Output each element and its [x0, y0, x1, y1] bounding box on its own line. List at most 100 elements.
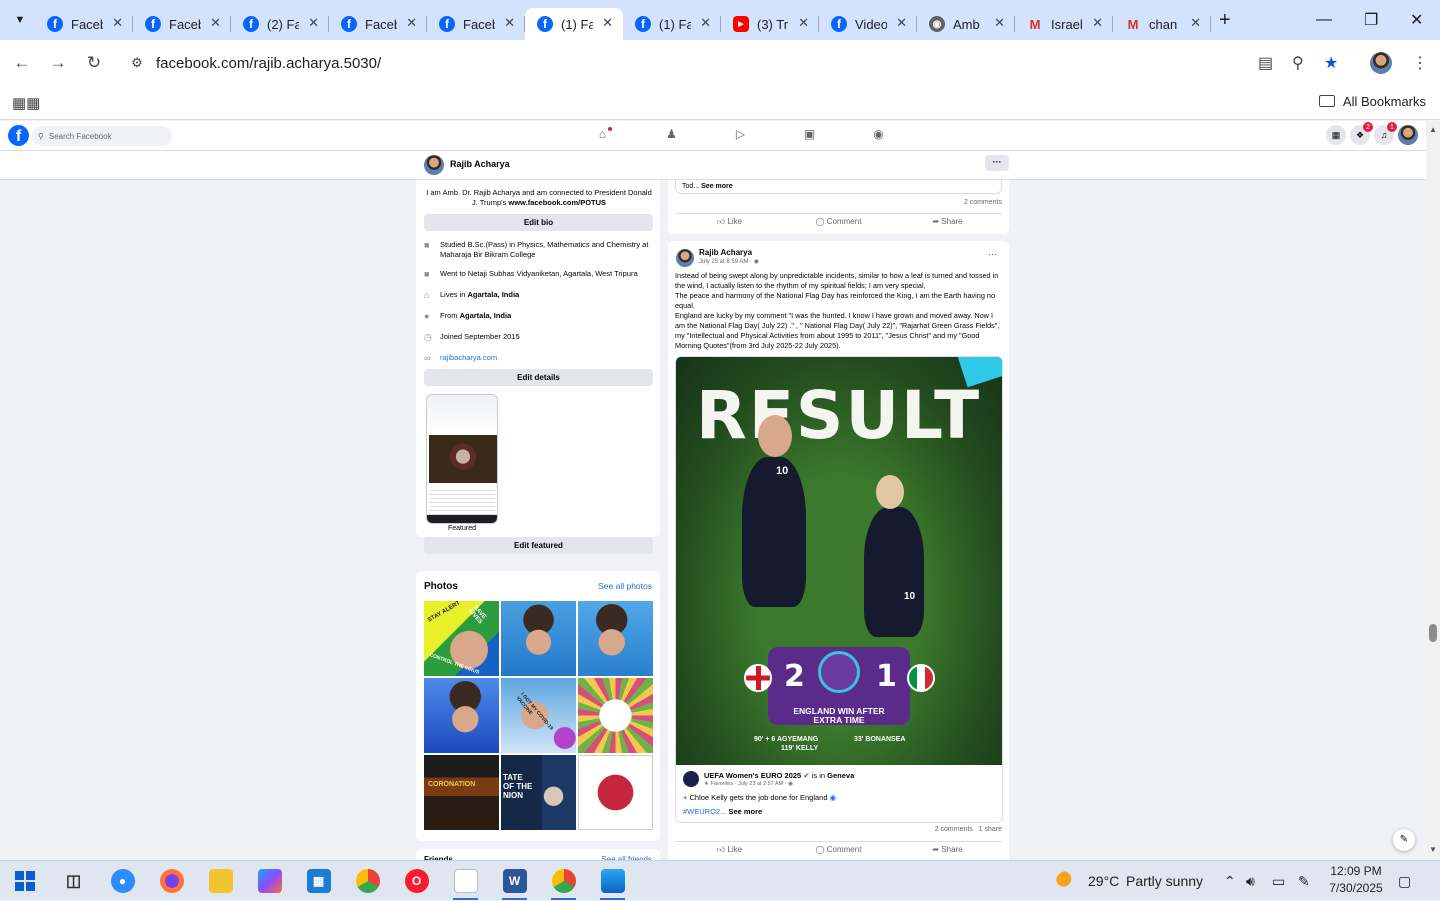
pen-icon[interactable]: ✎	[1298, 861, 1310, 901]
tab-search-chevron-icon[interactable]: ▼	[5, 5, 35, 35]
scrollbar-thumb[interactable]	[1429, 624, 1437, 642]
scroll-up-arrow-icon[interactable]: ▲	[1429, 125, 1437, 134]
share-button[interactable]: ➦ Share	[893, 842, 1002, 859]
browser-profile-avatar[interactable]	[1370, 40, 1392, 86]
close-window-icon[interactable]: ✕	[1410, 0, 1423, 40]
browser-tab[interactable]: M Israel ✕	[1015, 8, 1113, 40]
photo-tile[interactable]	[578, 755, 653, 830]
copilot-icon[interactable]	[245, 861, 294, 901]
show-hidden-icons-chevron-icon[interactable]: ⌃	[1224, 861, 1236, 901]
browser-tab[interactable]: Mchan ✕	[1113, 8, 1211, 40]
microsoft-store-icon[interactable]: ▦	[294, 861, 343, 901]
browser-tab[interactable]: f (2) Fa ✕	[231, 8, 329, 40]
url-text[interactable]: facebook.com/rajib.acharya.5030/	[156, 55, 381, 72]
edit-featured-button[interactable]: Edit featured	[424, 537, 653, 554]
browser-tab[interactable]: f Faceb ✕	[35, 8, 133, 40]
new-tab-plus-icon[interactable]: +	[1219, 9, 1231, 32]
close-tab-icon[interactable]: ✕	[112, 15, 123, 31]
browser-tab[interactable]: ◉ Amb ✕	[917, 8, 1015, 40]
photos-app-icon[interactable]	[588, 861, 637, 901]
chrome-window-icon[interactable]	[539, 861, 588, 901]
firefox-icon[interactable]	[147, 861, 196, 901]
word-icon[interactable]: W	[490, 861, 539, 901]
edit-details-button[interactable]: Edit details	[424, 369, 653, 386]
close-tab-icon[interactable]: ✕	[700, 15, 711, 31]
messenger-icon[interactable]: ❖ 2	[1350, 122, 1373, 145]
facebook-search-input[interactable]: ⚲ Search Facebook	[32, 126, 172, 146]
network-icon[interactable]: ▭	[1272, 861, 1285, 901]
close-tab-icon[interactable]: ✕	[798, 15, 809, 31]
post-author-avatar[interactable]	[676, 249, 694, 267]
see-more-link[interactable]: See more	[728, 807, 762, 816]
profile-avatar[interactable]	[424, 155, 444, 175]
facebook-account-avatar[interactable]	[1398, 125, 1418, 145]
all-bookmarks-button[interactable]: All Bookmarks	[1318, 94, 1426, 109]
share-button[interactable]: ➦ Share	[893, 214, 1002, 231]
comment-button[interactable]: ◯ Comment	[784, 214, 893, 231]
close-tab-icon[interactable]: ✕	[210, 15, 221, 31]
page-scrollbar[interactable]: ▲ ▼	[1426, 121, 1440, 860]
close-tab-icon[interactable]: ✕	[994, 15, 1005, 31]
photo-tile[interactable]	[578, 678, 653, 753]
shared-post[interactable]: RESULT 10 10 2 1 ENGLAND WIN AFTER EXTRA …	[675, 356, 1003, 823]
close-tab-icon[interactable]: ✕	[1092, 15, 1103, 31]
photo-tile[interactable]	[424, 678, 499, 753]
see-all-photos-link[interactable]: See all photos	[598, 581, 652, 591]
photo-tile[interactable]: TATE OF THE NION	[501, 755, 576, 830]
opera-icon[interactable]: O	[392, 861, 441, 901]
notification-center-icon[interactable]: ▢	[1398, 861, 1411, 901]
scroll-down-arrow-icon[interactable]: ▼	[1429, 845, 1437, 854]
maximize-icon[interactable]: ❐	[1364, 0, 1378, 40]
photo-tile[interactable]	[578, 601, 653, 676]
zoom-icon[interactable]: ⚲	[1292, 40, 1304, 86]
weather-description[interactable]: Partly sunny	[1126, 861, 1203, 901]
new-message-compose-icon[interactable]: ✎	[1393, 829, 1415, 851]
browser-tab[interactable]: f Faceb ✕	[329, 8, 427, 40]
zoom-app-icon[interactable]: ●	[98, 861, 147, 901]
marketplace-icon[interactable]: ▣	[775, 127, 844, 141]
file-explorer-icon[interactable]	[196, 861, 245, 901]
bio-link[interactable]: www.facebook.com/POTUS	[508, 198, 606, 207]
video-icon[interactable]: ▷	[706, 127, 775, 141]
reload-icon[interactable]: ↻	[76, 53, 112, 73]
weather-temp[interactable]: 29°C	[1088, 861, 1119, 901]
edit-bio-button[interactable]: Edit bio	[424, 214, 653, 231]
close-tab-icon[interactable]: ✕	[308, 15, 319, 31]
menu-grid-icon[interactable]: ▦	[1326, 125, 1346, 145]
address-bar[interactable]: ⚙ facebook.com/rajib.acharya.5030/	[122, 45, 1352, 81]
forward-arrow-icon[interactable]: →	[40, 53, 76, 73]
photo-tile[interactable]: STAY ALERT SAVE LIVES CONTROL THE VIRUS	[424, 601, 499, 676]
gaming-icon[interactable]: ◉	[844, 127, 913, 141]
home-icon[interactable]: ⌂	[568, 127, 637, 141]
task-view-icon[interactable]: ◫	[49, 861, 98, 901]
start-button[interactable]	[0, 861, 49, 901]
facebook-logo-icon[interactable]: f	[8, 125, 29, 146]
comment-count[interactable]: 2 comments	[964, 199, 1002, 206]
close-tab-icon[interactable]: ✕	[896, 15, 907, 31]
browser-tab[interactable]: f Video ✕	[819, 8, 917, 40]
install-app-icon[interactable]: ▤	[1258, 40, 1273, 86]
profile-name[interactable]: Rajib Acharya	[450, 159, 510, 169]
like-button[interactable]: 👍︎ Like	[675, 214, 784, 231]
close-tab-icon[interactable]: ✕	[1190, 15, 1201, 31]
apps-grid-icon[interactable]: ▦▦	[12, 94, 40, 112]
taskbar-clock[interactable]: 12:09 PM 7/30/2025	[1318, 863, 1394, 897]
result-graphic[interactable]: RESULT 10 10 2 1 ENGLAND WIN AFTER EXTRA …	[676, 357, 1002, 765]
minimize-icon[interactable]: —	[1316, 0, 1332, 40]
weather-icon[interactable]	[1056, 861, 1078, 901]
browser-tab[interactable]: f (1) Fa ✕	[623, 8, 721, 40]
photo-tile[interactable]: CORONATION	[424, 755, 499, 830]
uefa-avatar[interactable]	[683, 771, 699, 787]
see-more-link[interactable]: See more	[701, 183, 733, 190]
featured-story-thumbnail[interactable]	[426, 394, 498, 524]
volume-icon[interactable]: 🔊︎	[1246, 861, 1255, 901]
post-author-name[interactable]: Rajib Acharya	[699, 248, 752, 257]
bookmark-star-icon[interactable]: ★	[1324, 40, 1338, 86]
post-engagement-stats[interactable]: 2 comments 1 share	[935, 826, 1002, 833]
browser-tab[interactable]: f Faceb ✕	[427, 8, 525, 40]
friends-icon[interactable]: ♟	[637, 127, 706, 141]
close-tab-icon[interactable]: ✕	[406, 15, 417, 31]
notifications-bell-icon[interactable]: ♫ 1	[1374, 122, 1397, 145]
notepad-icon[interactable]	[441, 861, 490, 901]
google-chrome-icon[interactable]	[343, 861, 392, 901]
